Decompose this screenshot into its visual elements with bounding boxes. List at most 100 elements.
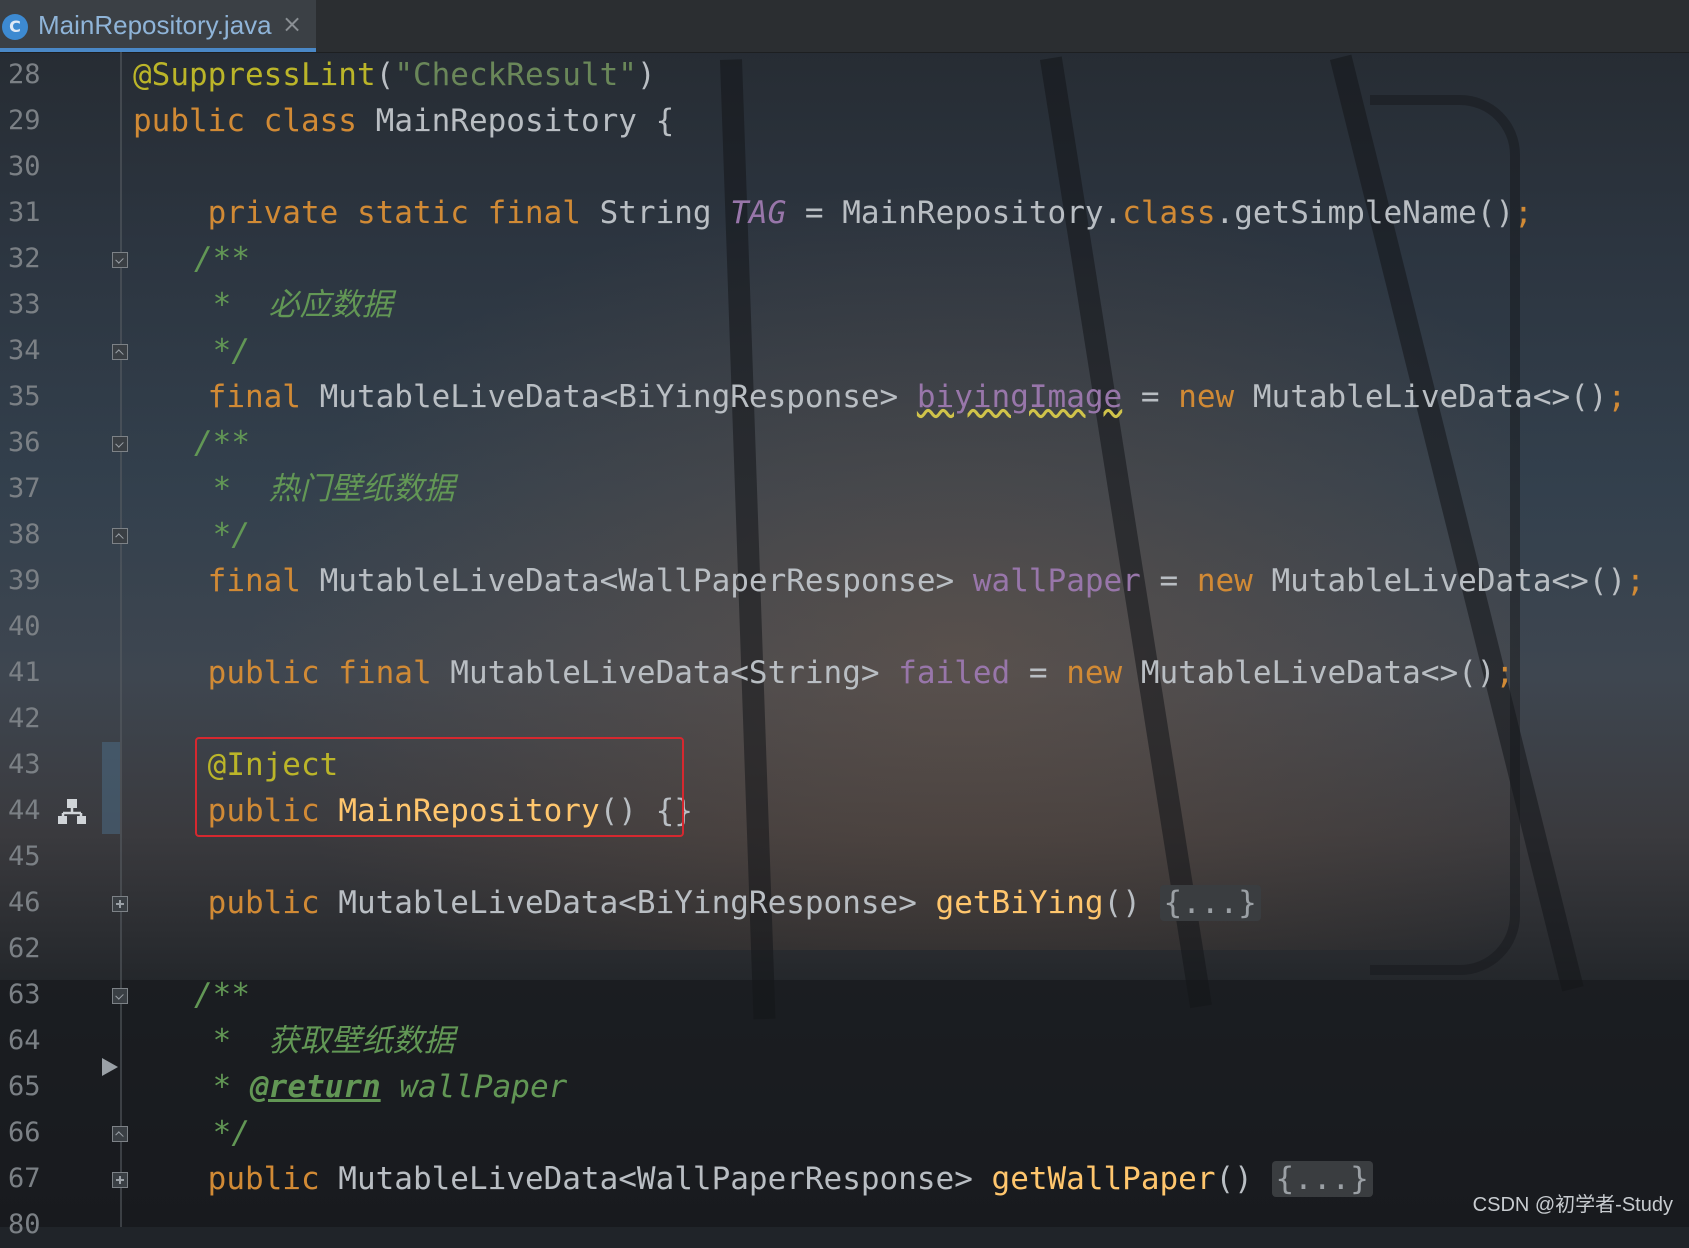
- annotation: @SuppressLint: [133, 57, 376, 93]
- expression: MutableLiveData<>(): [1234, 379, 1608, 415]
- field: failed: [898, 655, 1011, 691]
- type: MutableLiveData<String>: [431, 655, 899, 691]
- field: biyingImage: [916, 379, 1123, 415]
- line-number: 63: [8, 979, 41, 1010]
- type: MutableLiveData<WallPaperResponse>: [319, 1161, 992, 1197]
- fold-marker-icon[interactable]: [112, 988, 128, 1004]
- line-number: 32: [8, 243, 41, 274]
- expression: =: [1140, 563, 1197, 599]
- constant: TAG: [730, 195, 787, 231]
- doc-comment: /**: [194, 241, 250, 277]
- line-number: 67: [8, 1163, 41, 1194]
- expression: (): [1103, 885, 1160, 921]
- string-literal: "CheckResult": [394, 57, 637, 93]
- code-line: final MutableLiveData<WallPaperResponse>…: [133, 558, 1645, 604]
- line-number: 28: [8, 59, 41, 90]
- line-number: 37: [8, 473, 41, 504]
- type: MutableLiveData<BiYingResponse>: [300, 379, 917, 415]
- fold-marker-icon[interactable]: [112, 252, 128, 268]
- expression: MutableLiveData<>(): [1252, 563, 1627, 599]
- line-number: 66: [8, 1117, 41, 1148]
- doc-comment: *: [194, 1069, 250, 1105]
- semicolon: ;: [1514, 195, 1533, 231]
- line-number: 35: [8, 381, 41, 412]
- semicolon: ;: [1607, 379, 1627, 415]
- doc-comment: * 热门壁纸数据: [194, 471, 455, 507]
- line-number: 34: [8, 335, 41, 366]
- line-number: 39: [8, 565, 41, 596]
- tab-title: MainRepository.java: [38, 10, 272, 40]
- expression: = MainRepository.: [786, 195, 1123, 231]
- fold-marker-icon[interactable]: [112, 528, 128, 544]
- line-number: 62: [8, 933, 41, 964]
- vcs-change-marker[interactable]: [102, 742, 120, 834]
- fold-marker-icon[interactable]: [112, 1126, 128, 1142]
- line-number: 38: [8, 519, 41, 550]
- keyword: public final: [207, 655, 432, 691]
- keyword: public: [207, 1161, 320, 1197]
- line-number: 43: [8, 749, 41, 780]
- fold-marker-icon[interactable]: [112, 344, 128, 360]
- code-line: * @return wallPaper: [194, 1064, 568, 1110]
- keyword: public: [133, 103, 245, 139]
- expand-fold-icon[interactable]: [112, 896, 128, 912]
- doc-comment: wallPaper: [380, 1069, 568, 1105]
- punct: ): [636, 57, 656, 93]
- code-line: public MutableLiveData<WallPaperResponse…: [133, 1156, 1373, 1202]
- line-number: 45: [8, 841, 41, 872]
- keyword: public: [207, 885, 320, 921]
- gutter-separator: [120, 52, 122, 1227]
- watermark: CSDN @初学者-Study: [1472, 1194, 1673, 1216]
- doc-comment: * 必应数据: [194, 287, 393, 323]
- keyword: final: [207, 563, 301, 599]
- line-number: 33: [8, 289, 41, 320]
- type: MutableLiveData<BiYingResponse>: [319, 885, 936, 921]
- editor-tab-bar: C MainRepository.java ×: [0, 0, 1689, 53]
- line-number: 65: [8, 1071, 41, 1102]
- tab-main-repository[interactable]: C MainRepository.java ×: [0, 0, 316, 52]
- keyword: class: [263, 103, 357, 139]
- keyword: private static final: [207, 195, 581, 231]
- code-line: private static final String TAG = MainRe…: [133, 190, 1533, 236]
- line-number: 41: [8, 657, 41, 688]
- doc-comment: */: [194, 1115, 250, 1151]
- fold-marker-icon[interactable]: [112, 436, 128, 452]
- line-number: 80: [8, 1209, 41, 1240]
- punct: (: [375, 57, 395, 93]
- folded-code-block[interactable]: {...}: [1159, 885, 1261, 921]
- line-number: 64: [8, 1025, 41, 1056]
- close-icon[interactable]: ×: [282, 10, 302, 38]
- line-number: 44: [8, 795, 41, 826]
- code-line: public final MutableLiveData<String> fai…: [133, 650, 1515, 696]
- doc-comment: /**: [194, 977, 250, 1013]
- hierarchy-icon[interactable]: [58, 798, 86, 824]
- javadoc-tag: @return: [250, 1069, 381, 1105]
- doc-comment: */: [194, 333, 250, 369]
- doc-comment: /**: [194, 425, 250, 461]
- expression: =: [1010, 655, 1067, 691]
- line-number: 40: [8, 611, 41, 642]
- keyword: new: [1196, 563, 1253, 599]
- expression: MutableLiveData<>(): [1122, 655, 1496, 691]
- line-number: 31: [8, 197, 41, 228]
- semicolon: ;: [1495, 655, 1515, 691]
- semicolon: ;: [1626, 563, 1645, 599]
- doc-comment: */: [194, 517, 250, 553]
- keyword: new: [1066, 655, 1123, 691]
- class-name: MainRepository {: [375, 103, 675, 139]
- doc-comment: * 获取壁纸数据: [194, 1023, 455, 1059]
- highlight-box: [195, 737, 684, 837]
- expression: .getSimpleName(): [1215, 195, 1515, 231]
- folded-code-block[interactable]: {...}: [1271, 1161, 1373, 1197]
- java-class-icon: C: [2, 14, 28, 40]
- line-number: 42: [8, 703, 41, 734]
- expression: (): [1215, 1161, 1272, 1197]
- run-arrow-icon[interactable]: [102, 1058, 118, 1076]
- code-line: final MutableLiveData<BiYingResponse> bi…: [133, 374, 1627, 420]
- code-line: public MutableLiveData<BiYingResponse> g…: [133, 880, 1261, 926]
- expand-fold-icon[interactable]: [112, 1172, 128, 1188]
- keyword: class: [1122, 195, 1216, 231]
- line-number: 30: [8, 151, 41, 182]
- method-name: getBiYing: [935, 885, 1104, 921]
- method-name: getWallPaper: [991, 1161, 1216, 1197]
